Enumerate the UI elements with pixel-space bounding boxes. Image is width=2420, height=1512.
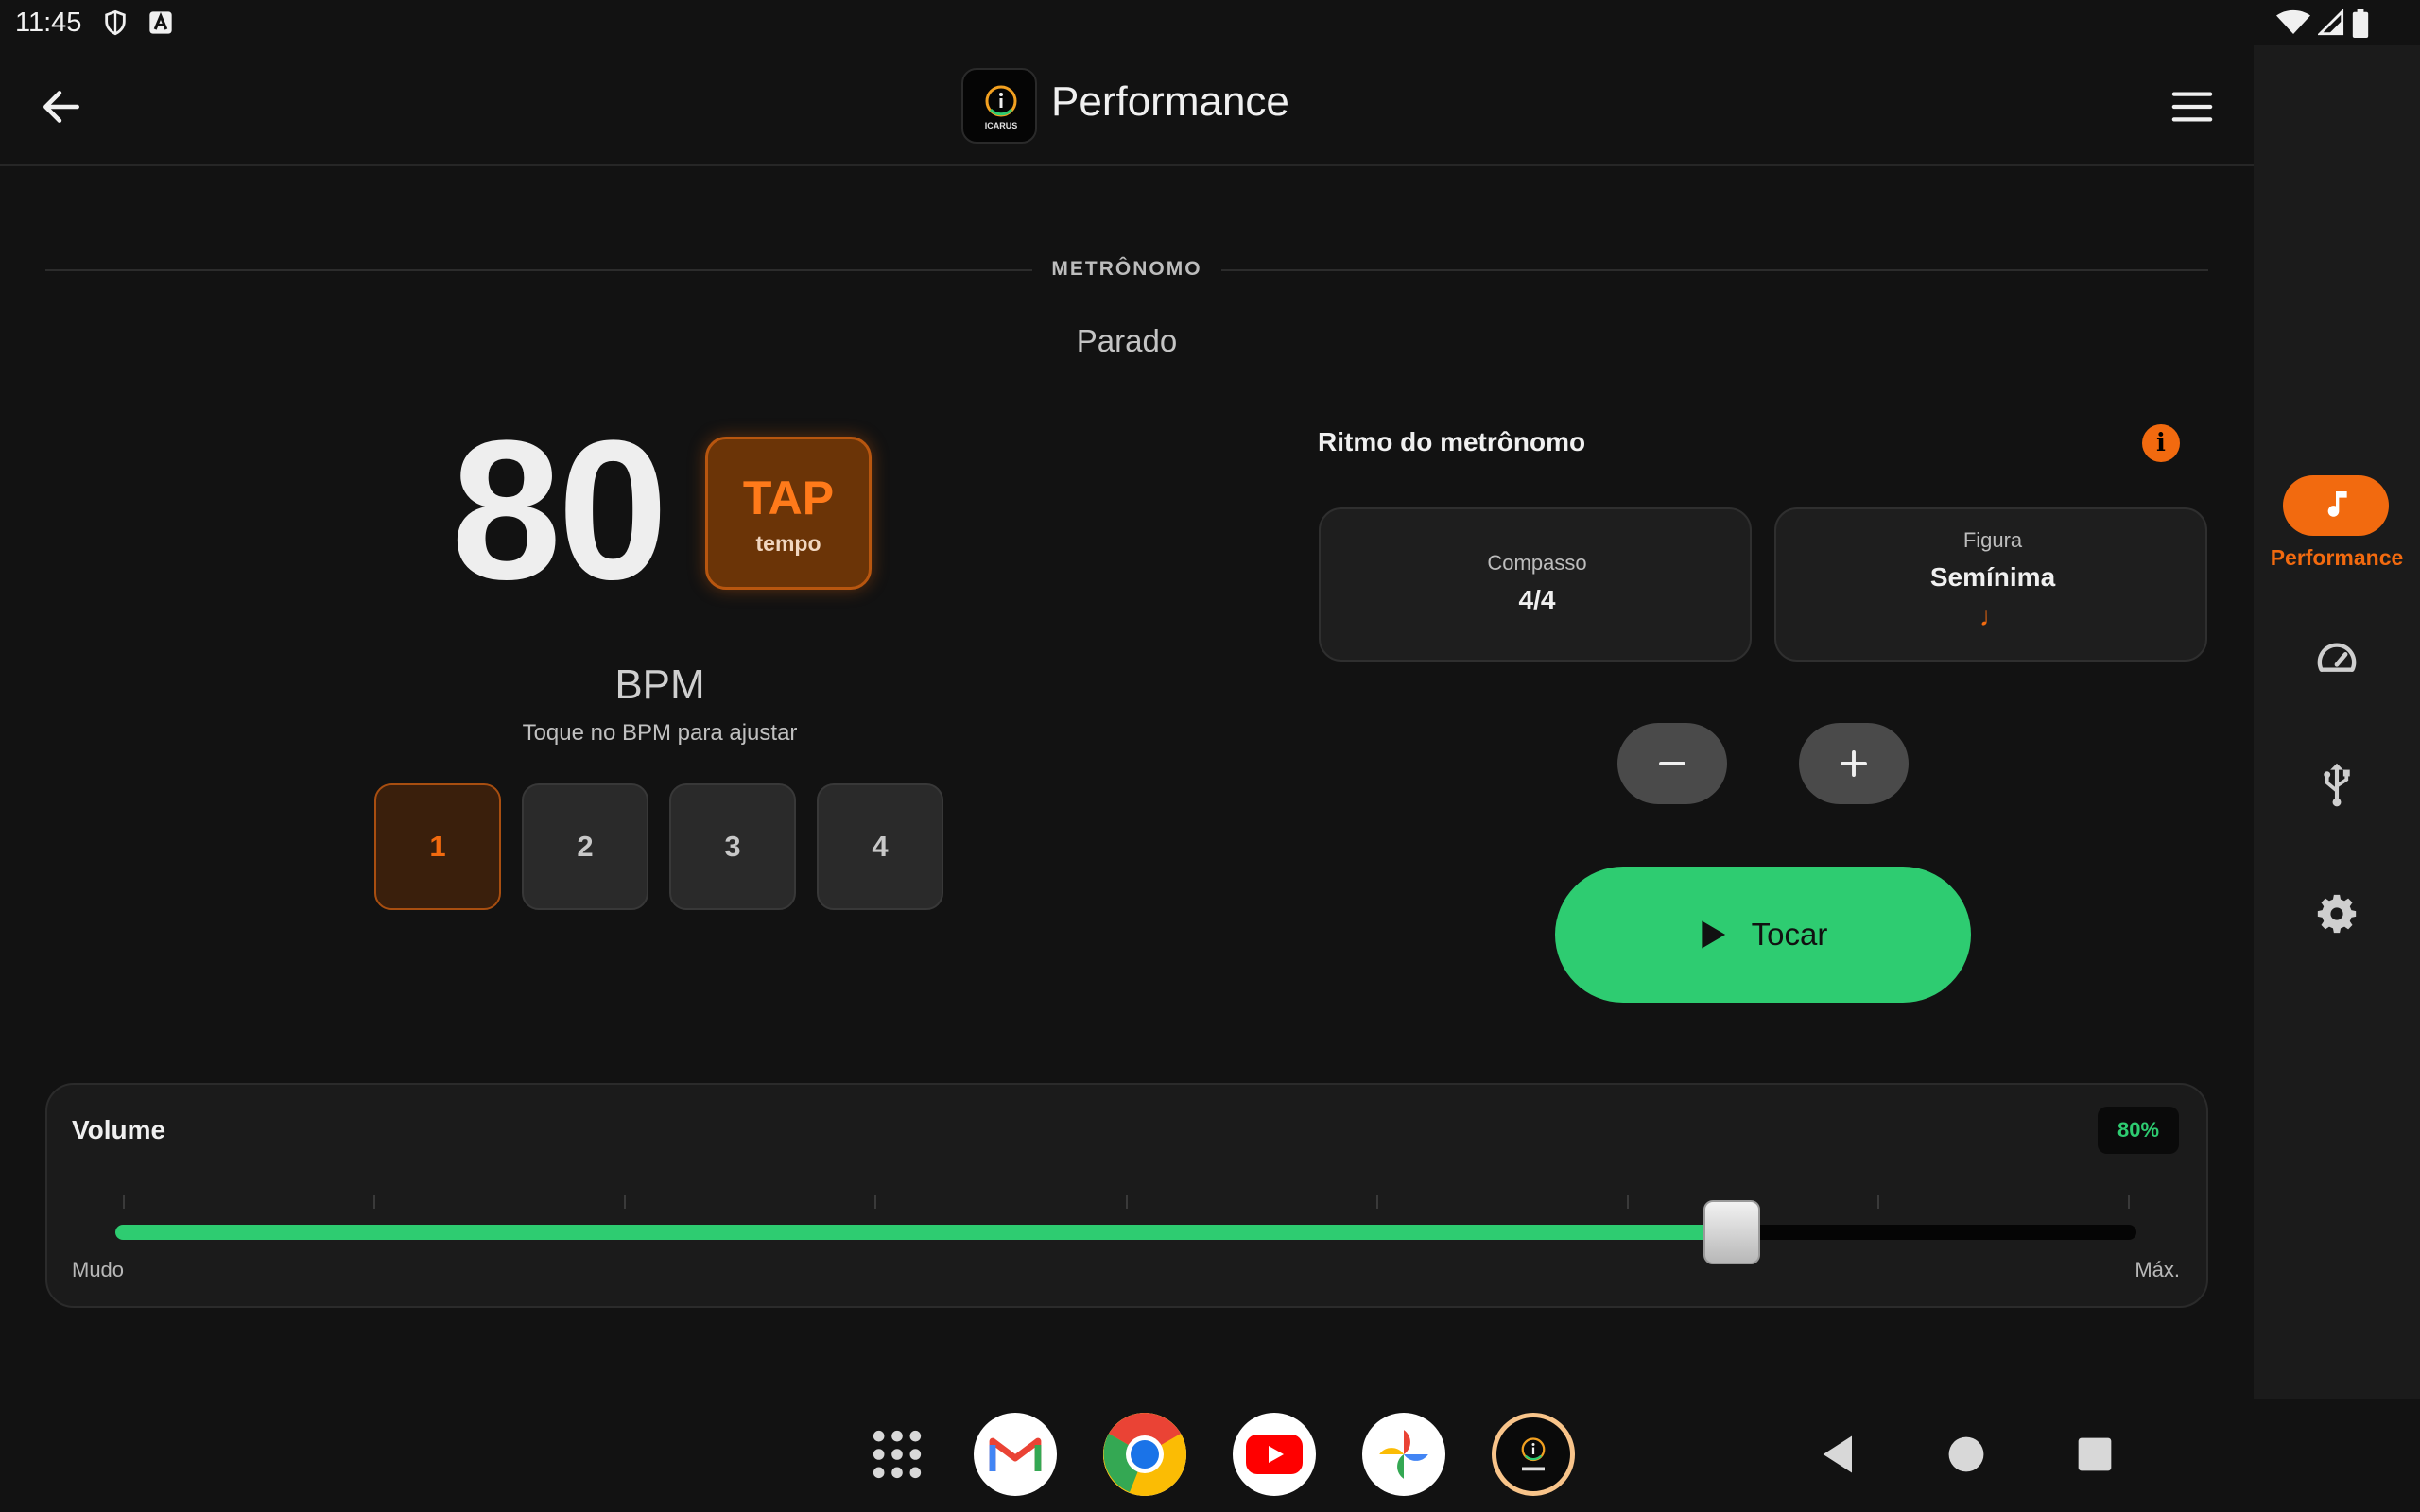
minus-icon	[1659, 762, 1685, 765]
play-icon	[1702, 920, 1725, 949]
usb-icon[interactable]	[2320, 762, 2354, 807]
youtube-app-icon[interactable]	[1233, 1413, 1316, 1496]
signal-icon	[2318, 9, 2344, 36]
music-note-icon	[2327, 491, 2347, 517]
slider-tick	[373, 1195, 375, 1209]
volume-slider-fill	[115, 1225, 1733, 1240]
chrome-app-icon[interactable]	[1103, 1413, 1186, 1496]
status-time: 11:45	[15, 8, 82, 38]
navigation-rail	[2254, 45, 2420, 1399]
beat-indicator-3: 3	[669, 783, 796, 910]
page-title: Performance	[1051, 78, 1289, 125]
app-drawer-icon[interactable]	[870, 1427, 925, 1482]
slider-tick	[624, 1195, 626, 1209]
battery-icon	[2352, 9, 2369, 38]
note-figure-card[interactable]: Figura Semínima ♩	[1774, 507, 2207, 662]
play-button-label[interactable]: Tocar	[1752, 917, 1828, 953]
tap-tempo-label[interactable]: TAP	[705, 471, 872, 525]
wifi-icon	[2276, 9, 2310, 34]
photos-icon	[1379, 1430, 1428, 1479]
tap-tempo-sublabel[interactable]: tempo	[705, 531, 872, 557]
decrease-button[interactable]	[1617, 723, 1727, 804]
info-icon[interactable]: i	[2142, 424, 2180, 462]
beat-indicator-2: 2	[522, 783, 648, 910]
icarus-logo-icon	[985, 85, 1017, 117]
plus-icon	[1841, 750, 1867, 777]
increase-button[interactable]	[1799, 723, 1909, 804]
time-signature-card[interactable]: Compasso 4/4	[1319, 507, 1752, 662]
volume-percent-badge: 80%	[2098, 1107, 2179, 1154]
slider-tick	[1877, 1195, 1879, 1209]
quarter-note-icon: ♩	[1979, 602, 2006, 631]
note-figure-value: Semínima	[1929, 562, 2056, 592]
volume-title: Volume	[72, 1115, 166, 1144]
slider-tick	[1376, 1195, 1378, 1209]
bpm-value[interactable]: 80	[435, 406, 681, 614]
icarus-app-icon[interactable]	[1492, 1413, 1575, 1496]
youtube-icon	[1246, 1435, 1303, 1474]
play-button[interactable]: Tocar	[1555, 867, 1971, 1003]
time-signature-value: 4/4	[1518, 585, 1556, 614]
nav-home-icon[interactable]	[1942, 1430, 1991, 1479]
speedometer-icon[interactable]	[2316, 639, 2358, 677]
bpm-hint: Toque no BPM para ajustar	[522, 720, 798, 746]
nav-recents-icon[interactable]	[2070, 1430, 2119, 1479]
note-figure-label: Figura	[1962, 528, 2023, 552]
volume-min-label: Mudo	[72, 1258, 125, 1281]
volume-max-label: Máx.	[2135, 1258, 2180, 1281]
slider-tick	[874, 1195, 876, 1209]
gmail-icon	[989, 1437, 1042, 1471]
metronome-state: Parado	[1076, 323, 1178, 358]
slider-tick	[123, 1195, 125, 1209]
slider-tick	[1126, 1195, 1128, 1209]
section-title: METRÔNOMO	[1051, 258, 1202, 280]
nav-back-icon[interactable]	[1815, 1430, 1864, 1479]
rail-item-performance[interactable]	[2283, 475, 2389, 536]
beat-indicator-4: 4	[817, 783, 943, 910]
section-divider-left	[45, 269, 1032, 271]
back-arrow-icon[interactable]	[38, 83, 85, 130]
chrome-icon	[1103, 1413, 1186, 1496]
app-logo: ICARUS	[961, 68, 1037, 144]
rhythm-title: Ritmo do metrônomo	[1318, 427, 1586, 456]
time-signature-label: Compasso	[1487, 551, 1587, 575]
slider-tick	[1627, 1195, 1629, 1209]
photos-app-icon[interactable]	[1362, 1413, 1445, 1496]
keyboard-app-icon	[149, 11, 172, 34]
hamburger-menu-icon[interactable]	[2170, 88, 2214, 126]
volume-slider-thumb[interactable]	[1703, 1200, 1761, 1264]
gear-icon[interactable]	[2316, 893, 2358, 935]
gmail-app-icon[interactable]	[974, 1413, 1057, 1496]
shield-icon	[105, 9, 126, 36]
slider-tick	[2128, 1195, 2130, 1209]
rail-item-performance-label[interactable]: Performance	[2254, 545, 2420, 571]
beat-indicator-1: 1	[374, 783, 501, 910]
logo-text: ICARUS	[984, 121, 1018, 130]
icarus-dock-icon	[1521, 1437, 1546, 1471]
section-divider-right	[1221, 269, 2208, 271]
bpm-unit-label: BPM	[614, 662, 705, 708]
